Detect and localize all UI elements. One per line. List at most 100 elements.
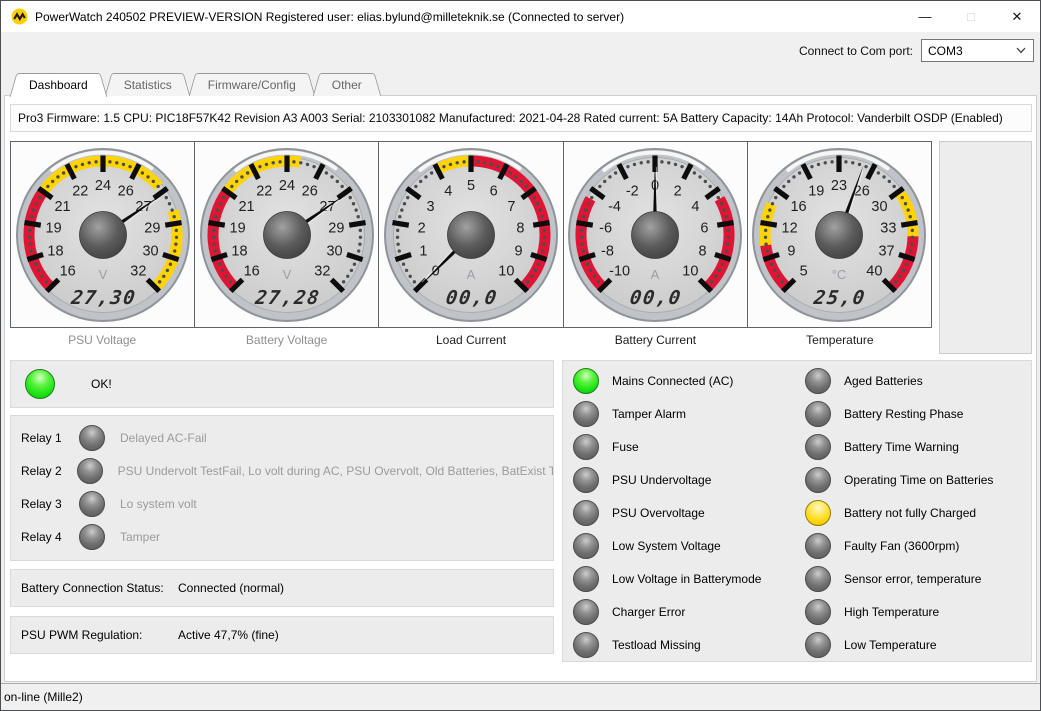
status-led (573, 566, 599, 592)
gauge-caption-battery-current: Battery Current (563, 333, 747, 347)
gauge-load-current: 012345678910A00,0 (381, 145, 561, 325)
device-info-bar: Pro3 Firmware: 1.5 CPU: PIC18F57K42 Revi… (10, 104, 1032, 132)
status-led (805, 566, 831, 592)
status-indicator-label: Low System Voltage (612, 539, 721, 553)
gauge-cell-battery-voltage: 1618192122242627293032V27,28 (195, 142, 379, 327)
status-led (805, 368, 831, 394)
svg-text:12: 12 (782, 220, 798, 236)
dashboard-page: Pro3 Firmware: 1.5 CPU: PIC18F57K42 Revi… (4, 95, 1037, 682)
chevron-down-icon (1016, 47, 1026, 54)
minimize-button[interactable]: — (902, 1, 948, 32)
svg-text:21: 21 (238, 198, 254, 214)
svg-text:30: 30 (142, 243, 158, 259)
com-port-select[interactable]: COM3 (921, 39, 1034, 62)
relay-led (79, 524, 105, 550)
maximize-button[interactable]: □ (948, 1, 994, 32)
status-led (805, 434, 831, 460)
status-indicator-label: Battery not fully Charged (844, 506, 976, 520)
status-indicator-label: Tamper Alarm (612, 407, 686, 421)
svg-text:1: 1 (419, 243, 427, 259)
svg-text:29: 29 (144, 220, 160, 236)
status-led-panel: Mains Connected (AC) Tamper Alarm Fuse PSU … (562, 360, 1032, 662)
tab-dashboard[interactable]: Dashboard (13, 73, 104, 97)
svg-text:40: 40 (867, 263, 883, 279)
status-indicator-row: Sensor error, temperature (803, 562, 1028, 595)
svg-text:8: 8 (699, 243, 707, 259)
svg-text:22: 22 (256, 183, 272, 199)
svg-text:8: 8 (516, 220, 524, 236)
status-indicator-row: PSU Overvoltage (571, 496, 796, 529)
status-indicator-row: Low System Voltage (571, 529, 796, 562)
gauge-cell-temperature: 59121619232630333740°C25,0 (748, 142, 931, 327)
svg-text:19: 19 (45, 220, 61, 236)
status-indicator-label: Battery Resting Phase (844, 407, 963, 421)
svg-text:16: 16 (243, 263, 259, 279)
svg-text:2: 2 (418, 220, 426, 236)
tab-other[interactable]: Other (316, 73, 378, 96)
svg-text:-4: -4 (608, 198, 621, 214)
psu-pwm-value: Active 47,7% (fine) (178, 628, 279, 642)
svg-text:18: 18 (47, 243, 63, 259)
svg-text:29: 29 (328, 220, 344, 236)
gauge-caption-psu-voltage: PSU Voltage (10, 333, 194, 347)
gauge-cell-load-current: 012345678910A00,0 (379, 142, 563, 327)
relay-description: Tamper (120, 530, 160, 544)
gauge-strip: 1618192122242627293032V27,30 16181921222… (10, 141, 932, 328)
status-indicator-row: Mains Connected (AC) (571, 364, 796, 397)
relay-led (77, 458, 103, 484)
svg-text:A: A (467, 267, 476, 282)
status-indicator-label: PSU Undervoltage (612, 473, 711, 487)
status-indicator-row: Aged Batteries (803, 364, 1028, 397)
relay-description: Delayed AC-Fail (120, 431, 207, 445)
status-indicator-label: Faulty Fan (3600rpm) (844, 539, 959, 553)
empty-side-panel (939, 141, 1032, 354)
svg-text:5: 5 (467, 178, 475, 194)
close-button[interactable]: ✕ (994, 1, 1040, 32)
svg-text:32: 32 (314, 263, 330, 279)
status-indicator-label: Sensor error, temperature (844, 572, 981, 586)
status-indicator-row: PSU Undervoltage (571, 463, 796, 496)
gauge-caption-battery-voltage: Battery Voltage (194, 333, 378, 347)
relay-name: Relay 3 (21, 497, 79, 511)
gauge-battery-voltage: 1618192122242627293032V27,28 (197, 145, 377, 325)
status-indicator-label: Fuse (612, 440, 639, 454)
gauge-cell-psu-voltage: 1618192122242627293032V27,30 (11, 142, 195, 327)
svg-text:24: 24 (279, 178, 295, 194)
gauge-battery-current: -10-8-6-4-20246810A00,0 (565, 145, 745, 325)
tab-statistics[interactable]: Statistics (108, 73, 188, 96)
status-indicator-label: PSU Overvoltage (612, 506, 705, 520)
status-indicator-row: Tamper Alarm (571, 397, 796, 430)
svg-text:16: 16 (59, 263, 75, 279)
svg-text:2: 2 (674, 183, 682, 199)
status-indicator-row: Battery Time Warning (803, 430, 1028, 463)
svg-text:23: 23 (831, 178, 847, 194)
svg-text:26: 26 (117, 183, 133, 199)
relay-panel: Relay 1Delayed AC-FailRelay 2PSU Undervo… (10, 415, 554, 561)
svg-text:6: 6 (701, 220, 709, 236)
gauge-value-display: 00,0 (629, 286, 684, 309)
gauge-value-display: 27,28 (253, 286, 322, 309)
gauge-caption-temperature: Temperature (748, 333, 932, 347)
status-led (805, 401, 831, 427)
status-led-column-right: Aged Batteries Battery Resting Phase Batte… (803, 364, 1028, 661)
status-led (573, 434, 599, 460)
status-indicator-label: High Temperature (844, 605, 939, 619)
system-ok-panel: OK! (10, 360, 554, 408)
relay-row: Relay 1Delayed AC-Fail (11, 421, 553, 454)
connection-status-text: on-line (Mille2) (4, 690, 83, 704)
battery-connection-label: Battery Connection Status: (21, 581, 178, 595)
svg-text:-8: -8 (601, 243, 614, 259)
system-status-text: OK! (91, 377, 112, 391)
window-title: PowerWatch 240502 PREVIEW-VERSION Regist… (35, 10, 624, 24)
svg-text:9: 9 (515, 243, 523, 259)
app-window: PowerWatch 240502 PREVIEW-VERSION Regist… (0, 0, 1041, 711)
system-status-led (25, 369, 55, 399)
status-indicator-label: Battery Time Warning (844, 440, 959, 454)
tab-firmware-config[interactable]: Firmware/Config (192, 73, 312, 96)
svg-text:6: 6 (490, 183, 498, 199)
status-led (573, 368, 599, 394)
svg-text:18: 18 (231, 243, 247, 259)
gauge-value-display: 25,0 (812, 286, 868, 309)
relay-led (79, 491, 105, 517)
status-indicator-row: Battery Resting Phase (803, 397, 1028, 430)
